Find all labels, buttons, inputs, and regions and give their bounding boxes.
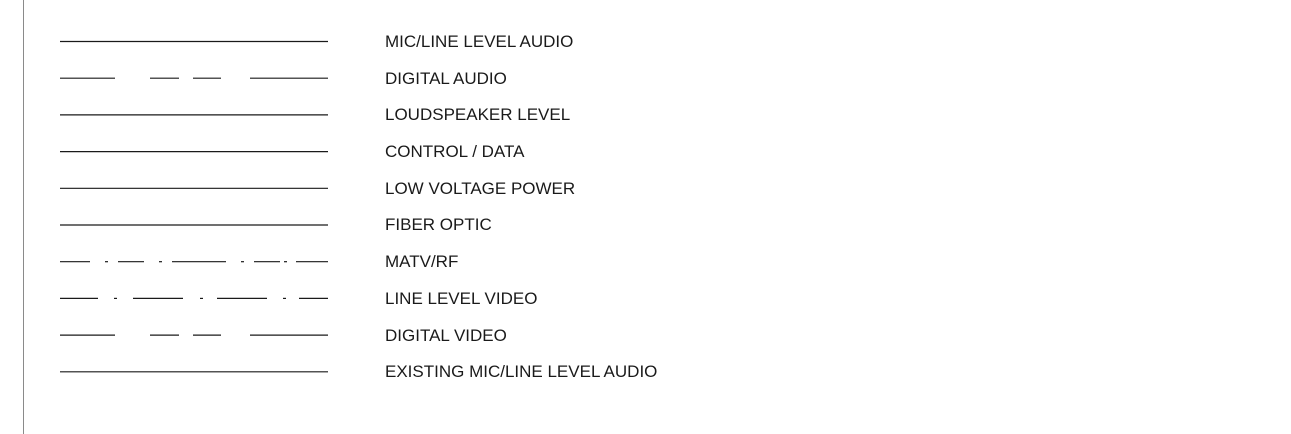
legend-label-line-level-video: LINE LEVEL VIDEO xyxy=(385,288,538,308)
legend-label-existing-mic-line-audio: EXISTING MIC/LINE LEVEL AUDIO xyxy=(385,362,658,382)
legend-labels: MIC/LINE LEVEL AUDIO DIGITAL AUDIO LOUDS… xyxy=(385,31,657,398)
legend-label-digital-audio: DIGITAL AUDIO xyxy=(385,68,507,88)
legend-label-digital-video: DIGITAL VIDEO xyxy=(385,325,507,345)
legend-label-mic-line-audio: MIC/LINE LEVEL AUDIO xyxy=(385,32,574,51)
legend-label-loudspeaker-level: LOUDSPEAKER LEVEL xyxy=(385,105,571,125)
legend-label-control-data: CONTROL / DATA xyxy=(385,142,525,162)
legend-label-low-voltage-power: LOW VOLTAGE POWER xyxy=(385,178,576,198)
legend-label-matv-rf: MATV/RF xyxy=(385,252,459,272)
legend-label-fiber-optic: FIBER OPTIC xyxy=(385,215,492,235)
